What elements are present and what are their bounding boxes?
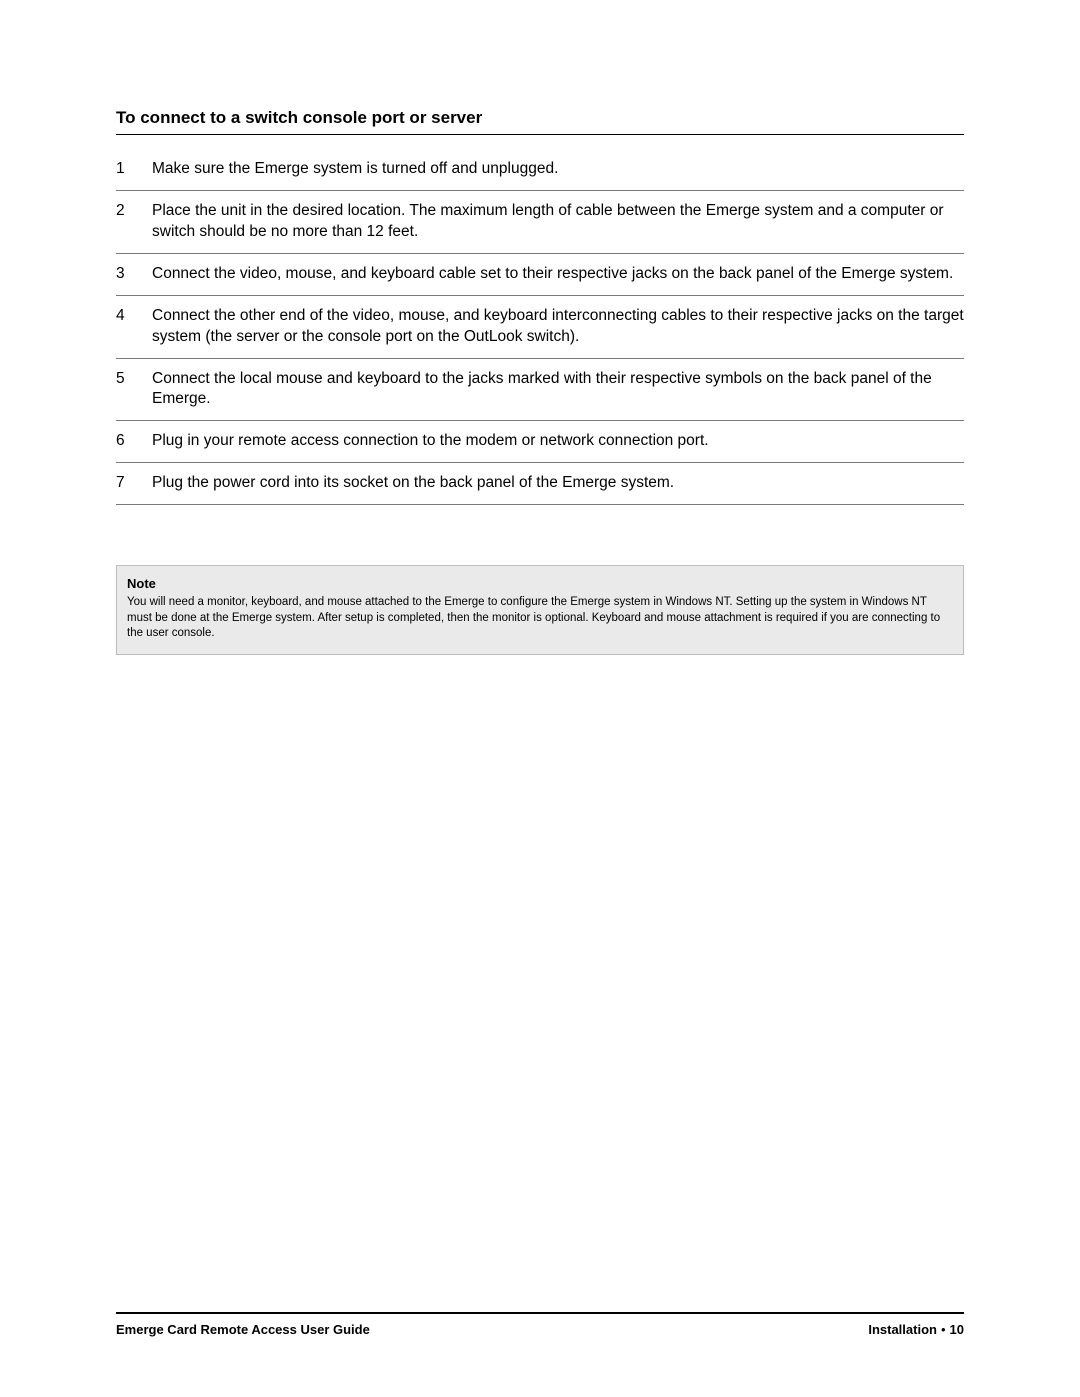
step-number: 2 — [116, 201, 134, 243]
step-number: 1 — [116, 159, 134, 180]
page-footer: Emerge Card Remote Access User Guide Ins… — [116, 1312, 964, 1337]
list-item: 2 Place the unit in the desired location… — [116, 191, 964, 254]
step-text: Plug in your remote access connection to… — [152, 431, 964, 452]
step-number: 5 — [116, 369, 134, 411]
footer-section-page: Installation•10 — [868, 1322, 964, 1337]
note-body: You will need a monitor, keyboard, and m… — [127, 595, 953, 642]
list-item: 7 Plug the power cord into its socket on… — [116, 463, 964, 505]
steps-list: 1 Make sure the Emerge system is turned … — [116, 149, 964, 505]
step-number: 7 — [116, 473, 134, 494]
list-item: 3 Connect the video, mouse, and keyboard… — [116, 254, 964, 296]
list-item: 6 Plug in your remote access connection … — [116, 421, 964, 463]
step-text: Connect the other end of the video, mous… — [152, 306, 964, 348]
step-text: Connect the local mouse and keyboard to … — [152, 369, 964, 411]
list-item: 1 Make sure the Emerge system is turned … — [116, 149, 964, 191]
bullet-icon: • — [937, 1322, 950, 1337]
step-number: 3 — [116, 264, 134, 285]
step-text: Connect the video, mouse, and keyboard c… — [152, 264, 964, 285]
note-box: Note You will need a monitor, keyboard, … — [116, 565, 964, 655]
list-item: 5 Connect the local mouse and keyboard t… — [116, 359, 964, 422]
list-item: 4 Connect the other end of the video, mo… — [116, 296, 964, 359]
step-text: Plug the power cord into its socket on t… — [152, 473, 964, 494]
footer-section: Installation — [868, 1322, 937, 1337]
footer-page-number: 10 — [950, 1322, 964, 1337]
step-text: Place the unit in the desired location. … — [152, 201, 964, 243]
section-title: To connect to a switch console port or s… — [116, 108, 964, 135]
step-number: 6 — [116, 431, 134, 452]
step-text: Make sure the Emerge system is turned of… — [152, 159, 964, 180]
note-title: Note — [127, 576, 953, 591]
step-number: 4 — [116, 306, 134, 348]
page: To connect to a switch console port or s… — [0, 0, 1080, 1397]
footer-doc-title: Emerge Card Remote Access User Guide — [116, 1322, 370, 1337]
